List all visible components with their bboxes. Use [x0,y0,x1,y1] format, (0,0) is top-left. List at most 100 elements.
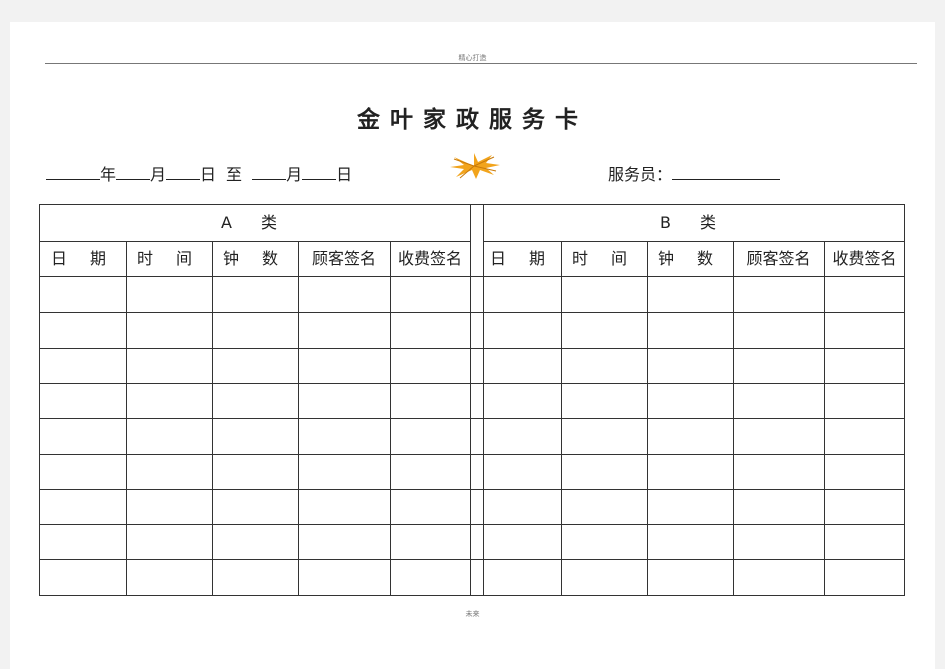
table-cell[interactable] [40,383,126,418]
table-cell[interactable] [126,559,212,594]
section-b-header: B 类 [659,213,729,232]
table-cell[interactable] [212,348,298,383]
table-cell[interactable] [126,524,212,559]
table-cell[interactable] [647,524,733,559]
table-cell[interactable] [298,383,390,418]
server-blank [672,165,781,180]
table-cell[interactable] [298,454,390,489]
table-cell[interactable] [298,348,390,383]
section-divider-left [470,205,471,595]
table-cell[interactable] [483,312,561,347]
table-cell[interactable] [733,418,824,453]
table-cell[interactable] [126,312,212,347]
table-cell[interactable] [483,559,561,594]
month2-label: 月 [286,165,303,184]
table-cell[interactable] [561,524,647,559]
section-b-rule [483,241,905,242]
col-customer-sign-a: 顾客签名 [311,249,376,268]
table-cell[interactable] [824,559,905,594]
table-cell[interactable] [483,348,561,383]
table-cell[interactable] [561,383,647,418]
table-cell[interactable] [483,418,561,453]
table-cell[interactable] [647,489,733,524]
table-cell[interactable] [483,524,561,559]
table-cell[interactable] [212,559,298,594]
table-cell[interactable] [40,489,126,524]
table-cell[interactable] [390,524,470,559]
table-cell[interactable] [561,312,647,347]
table-cell[interactable] [483,277,561,312]
table-cell[interactable] [126,418,212,453]
table-cell[interactable] [561,559,647,594]
table-cell[interactable] [126,277,212,312]
table-cell[interactable] [733,489,824,524]
table-cell[interactable] [212,489,298,524]
table-cell[interactable] [298,312,390,347]
table-cell[interactable] [212,454,298,489]
table-cell[interactable] [561,348,647,383]
table-cell[interactable] [483,489,561,524]
table-cell[interactable] [824,277,905,312]
table-cell[interactable] [390,418,470,453]
table-cell[interactable] [212,277,298,312]
table-cell[interactable] [647,418,733,453]
table-cell[interactable] [390,559,470,594]
table-cell[interactable] [561,418,647,453]
table-cell[interactable] [824,312,905,347]
table-cell[interactable] [212,524,298,559]
table-cell[interactable] [733,454,824,489]
table-cell[interactable] [561,489,647,524]
table-cell[interactable] [647,277,733,312]
table-cell[interactable] [40,454,126,489]
table-cell[interactable] [40,418,126,453]
table-cell[interactable] [390,454,470,489]
table-cell[interactable] [647,348,733,383]
table-cell[interactable] [126,383,212,418]
col-time-a: 时 间 [136,249,202,268]
table-cell[interactable] [212,312,298,347]
table-cell[interactable] [733,524,824,559]
table-cell[interactable] [40,312,126,347]
table-cell[interactable] [40,348,126,383]
table-cell[interactable] [733,277,824,312]
header-rule [45,63,917,64]
table-cell[interactable] [390,277,470,312]
table-cell[interactable] [390,383,470,418]
table-cell[interactable] [824,418,905,453]
table-cell[interactable] [126,489,212,524]
table-cell[interactable] [40,559,126,594]
table-cell[interactable] [390,489,470,524]
col-time-b: 时 间 [571,249,637,268]
table-cell[interactable] [824,348,905,383]
table-cell[interactable] [733,559,824,594]
table-cell[interactable] [824,489,905,524]
table-cell[interactable] [647,383,733,418]
table-cell[interactable] [212,418,298,453]
table-cell[interactable] [298,489,390,524]
table-cell[interactable] [733,348,824,383]
table-cell[interactable] [390,348,470,383]
table-cell[interactable] [647,454,733,489]
table-cell[interactable] [647,312,733,347]
table-cell[interactable] [40,524,126,559]
table-cell[interactable] [483,383,561,418]
table-cell[interactable] [824,383,905,418]
table-cell[interactable] [647,559,733,594]
table-cell[interactable] [824,454,905,489]
table-cell[interactable] [733,383,824,418]
table-cell[interactable] [212,383,298,418]
table-cell[interactable] [483,454,561,489]
table-cell[interactable] [733,312,824,347]
table-cell[interactable] [126,348,212,383]
table-cell[interactable] [40,277,126,312]
table-cell[interactable] [298,559,390,594]
table-cell[interactable] [298,524,390,559]
table-cell[interactable] [824,524,905,559]
table-cell[interactable] [561,454,647,489]
table-cell[interactable] [298,418,390,453]
table-cell[interactable] [561,277,647,312]
table-cell[interactable] [298,277,390,312]
table-cell[interactable] [390,312,470,347]
month2-blank [252,165,287,180]
table-cell[interactable] [126,454,212,489]
